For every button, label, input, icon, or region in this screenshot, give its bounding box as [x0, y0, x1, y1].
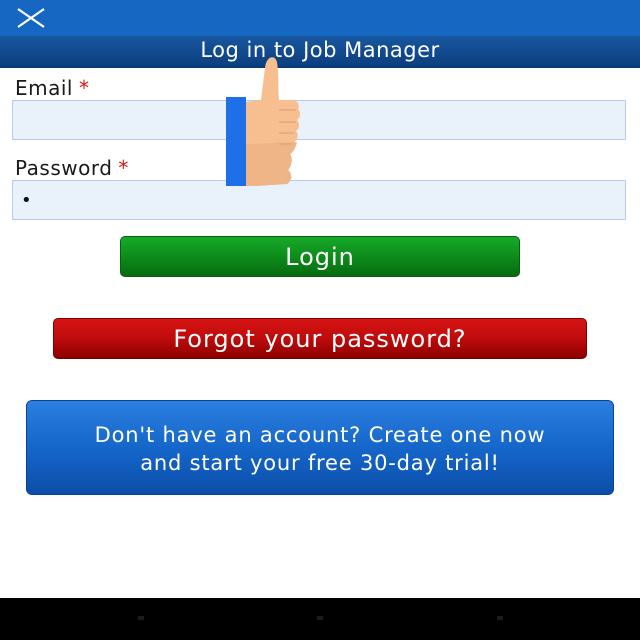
system-nav-bar: [0, 598, 640, 640]
close-icon: [17, 8, 45, 28]
create-account-line-1: Don't have an account? Create one now: [94, 423, 546, 447]
login-screen: Log in to Job Manager Email* Password* L…: [0, 0, 640, 640]
app-bar: [0, 0, 640, 36]
password-field[interactable]: [12, 180, 626, 220]
password-label: Password *: [15, 156, 129, 180]
email-label: Email *: [15, 76, 90, 100]
password-label-text: Password: [15, 156, 113, 180]
email-field[interactable]: [12, 100, 626, 140]
password-required-mark: *: [118, 156, 129, 180]
create-account-line-2: and start your free 30-day trial!: [140, 451, 500, 475]
create-account-button[interactable]: Don't have an account? Create one now an…: [26, 400, 614, 495]
back-icon[interactable]: [138, 616, 144, 620]
login-button[interactable]: Login: [120, 236, 520, 277]
email-required-mark: *: [79, 76, 90, 100]
recents-icon[interactable]: [497, 616, 503, 620]
page-title: Log in to Job Manager: [0, 36, 640, 68]
email-label-text: Email: [15, 76, 73, 100]
home-icon[interactable]: [317, 616, 323, 620]
close-button[interactable]: [14, 5, 48, 31]
forgot-password-button[interactable]: Forgot your password?: [53, 318, 587, 359]
